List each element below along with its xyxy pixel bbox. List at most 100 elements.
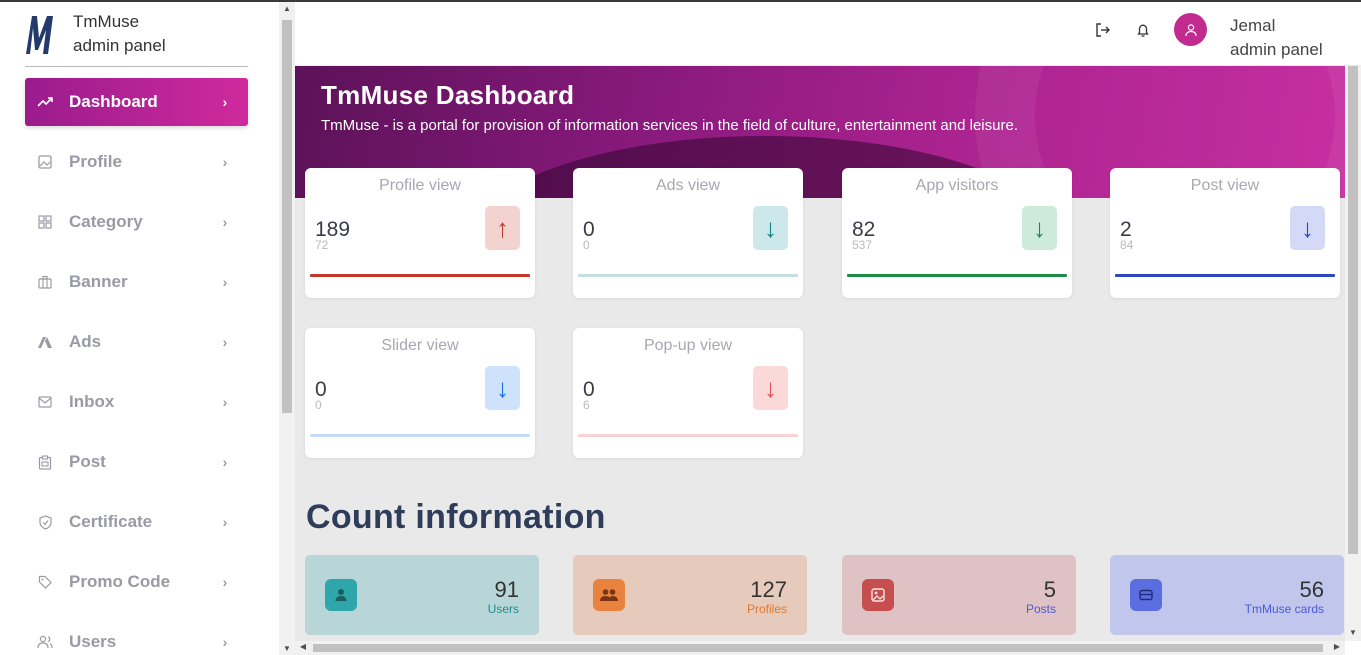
stat-sub-value: 537 [852, 238, 873, 252]
stat-title: Slider view [381, 337, 459, 354]
sidebar-item-profile[interactable]: Profile › [25, 138, 248, 186]
count-card-posts[interactable]: 5 Posts [842, 555, 1076, 635]
chevron-right-icon: › [222, 394, 228, 410]
stat-title: App visitors [915, 177, 999, 194]
count-card-tmmuse-cards[interactable]: 56 TmMuse cards [1110, 555, 1344, 635]
main-scrollbar-thumb[interactable] [1348, 66, 1358, 554]
user-icon [325, 579, 357, 611]
scroll-left-arrow-icon[interactable]: ◀ [295, 642, 311, 651]
bell-icon[interactable] [1135, 22, 1151, 38]
count-label: Profiles [746, 602, 787, 616]
count-value: 127 [750, 577, 787, 602]
sidebar-item-dashboard[interactable]: Dashboard › [25, 78, 248, 126]
brand-divider [25, 66, 248, 67]
count-value: 56 [1299, 577, 1324, 602]
stat-underline [578, 434, 798, 437]
stat-card-app-visitors: App visitors 82 537 ↓ [842, 168, 1072, 298]
arrow-down-icon: ↓ [753, 366, 788, 410]
scroll-down-arrow-icon[interactable]: ▼ [279, 644, 295, 653]
stat-card-ads-view: Ads view 0 0 ↓ [573, 168, 803, 298]
count-label: TmMuse cards [1244, 602, 1324, 616]
sidebar: TmMuse admin panel Dashboard › Profile ›… [0, 2, 279, 655]
user-info[interactable]: Jemal admin panel [1230, 14, 1323, 62]
arrow-up-icon: ↑ [485, 206, 520, 250]
horizontal-scrollbar[interactable]: ◀ ▶ [295, 641, 1345, 655]
clipboard-icon [37, 454, 53, 470]
stat-underline [847, 274, 1067, 277]
section-title: Count information [306, 498, 606, 536]
sidebar-item-promo-code[interactable]: Promo Code › [25, 558, 248, 606]
main-scrollbar[interactable]: ▼ [1345, 66, 1361, 641]
scroll-right-arrow-icon[interactable]: ▶ [1329, 642, 1345, 651]
count-label: Posts [1025, 602, 1056, 616]
avatar[interactable] [1174, 13, 1207, 46]
stat-card-popup-view: Pop-up view 0 6 ↓ [573, 328, 803, 458]
image-post-icon [862, 579, 894, 611]
stat-title: Ads view [655, 177, 721, 194]
user-avatar-icon [1184, 23, 1197, 36]
stat-sub-value: 0 [583, 238, 590, 252]
briefcase-icon [37, 274, 53, 290]
sidebar-item-ads[interactable]: Ads › [25, 318, 248, 366]
chevron-right-icon: › [222, 274, 228, 290]
page-subtitle: TmMuse - is a portal for provision of in… [321, 117, 1018, 134]
sidebar-item-label: Users [69, 632, 117, 651]
chevron-right-icon: › [222, 574, 228, 590]
sidebar-item-label: Promo Code [69, 572, 171, 591]
stat-sub-value: 72 [315, 238, 329, 252]
arrow-down-icon: ↓ [753, 206, 788, 250]
mail-icon [37, 394, 53, 410]
sidebar-item-label: Profile [69, 152, 122, 171]
stat-card-slider-view: Slider view 0 0 ↓ [305, 328, 535, 458]
chevron-right-icon: › [222, 154, 228, 170]
stat-card-post-view: Post view 2 84 ↓ [1110, 168, 1340, 298]
horizontal-scrollbar-thumb[interactable] [313, 644, 1323, 652]
sidebar-item-inbox[interactable]: Inbox › [25, 378, 248, 426]
sidebar-scrollbar[interactable]: ▲ ▼ [279, 2, 295, 655]
tmmuse-logo [26, 16, 53, 54]
sidebar-item-post[interactable]: Post › [25, 438, 248, 486]
sidebar-scrollbar-thumb[interactable] [282, 20, 292, 413]
sidebar-item-label: Post [69, 452, 106, 471]
sidebar-item-label: Certificate [69, 512, 153, 531]
sidebar-item-label: Ads [69, 332, 102, 351]
main-content: TmMuse Dashboard TmMuse - is a portal fo… [295, 66, 1345, 641]
count-card-users[interactable]: 91 Users [305, 555, 539, 635]
stat-underline [578, 274, 798, 277]
scroll-down-arrow-icon[interactable]: ▼ [1345, 628, 1361, 637]
tag-icon [37, 574, 53, 590]
stat-underline [1115, 274, 1335, 277]
sidebar-item-label: Category [69, 212, 143, 231]
stat-title: Pop-up view [643, 337, 733, 354]
chevron-right-icon: › [222, 634, 228, 650]
arrow-down-icon: ↓ [1290, 206, 1325, 250]
card-icon [1130, 579, 1162, 611]
scroll-up-arrow-icon[interactable]: ▲ [279, 4, 295, 13]
sidebar-item-category[interactable]: Category › [25, 198, 248, 246]
count-card-profiles[interactable]: 127 Profiles [573, 555, 807, 635]
group-icon [593, 579, 625, 611]
brand-name-line2: admin panel [73, 36, 166, 55]
chevron-right-icon: › [222, 454, 228, 470]
brand-name-line1: TmMuse [73, 12, 140, 31]
top-header: Jemal admin panel [295, 2, 1361, 66]
chevron-right-icon: › [222, 334, 228, 350]
sidebar-item-label: Banner [69, 272, 128, 291]
sidebar-item-banner[interactable]: Banner › [25, 258, 248, 306]
page-title: TmMuse Dashboard [321, 80, 575, 110]
sidebar-item-users[interactable]: Users › [25, 618, 248, 655]
logout-icon[interactable] [1095, 22, 1111, 38]
user-role: admin panel [1230, 40, 1323, 59]
count-value: 5 [1043, 577, 1056, 602]
stat-underline [310, 274, 530, 277]
image-icon [37, 154, 53, 170]
stat-sub-value: 6 [583, 398, 590, 412]
users-icon [37, 634, 53, 650]
stat-sub-value: 0 [315, 398, 322, 412]
count-label: Users [487, 602, 519, 616]
grid-icon [37, 214, 53, 230]
chevron-right-icon: › [222, 94, 228, 110]
shield-icon [37, 514, 53, 530]
user-name: Jemal [1230, 16, 1276, 35]
sidebar-item-certificate[interactable]: Certificate › [25, 498, 248, 546]
